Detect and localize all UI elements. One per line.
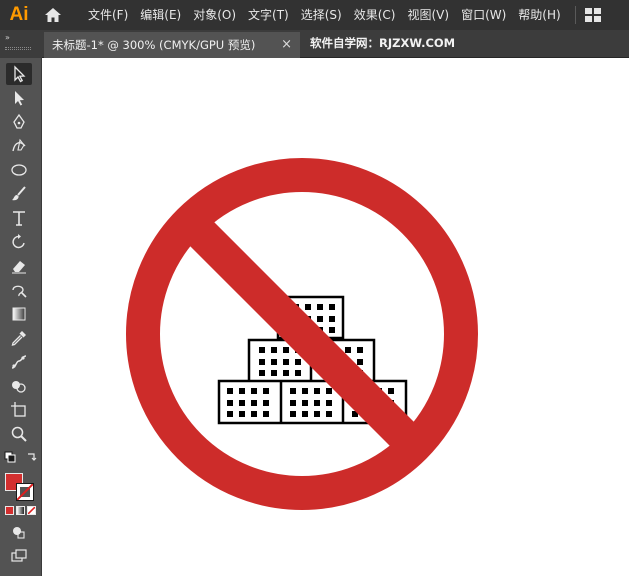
panel-grip[interactable] — [5, 47, 31, 50]
type-t-icon — [13, 211, 25, 226]
ellipse-tool[interactable] — [6, 159, 32, 181]
shape-builder-tool[interactable] — [6, 375, 32, 397]
curvature-tool[interactable] — [6, 135, 32, 157]
eyedropper-icon — [11, 331, 26, 346]
color-mode-button[interactable] — [5, 506, 14, 515]
screen-mode-button[interactable] — [6, 545, 32, 567]
pen-icon — [13, 113, 25, 129]
puppet-warp-tool[interactable] — [6, 279, 32, 301]
home-icon — [45, 8, 61, 22]
direct-selection-arrow-icon — [15, 91, 24, 106]
menu-effect[interactable]: 效果(C) — [348, 0, 402, 30]
document-tab[interactable]: 未标题-1* @ 300% (CMYK/GPU 预览) × — [44, 32, 300, 58]
menu-separator — [574, 6, 576, 24]
type-tool[interactable] — [6, 207, 32, 229]
menu-object[interactable]: 对象(O) — [187, 0, 242, 30]
prohibition-sign — [126, 158, 478, 510]
document-tab-title: 未标题-1* @ 300% (CMYK/GPU 预览) — [52, 38, 256, 52]
eyedropper-tool[interactable] — [6, 327, 32, 349]
artboard-icon — [11, 402, 26, 417]
menu-view[interactable]: 视图(V) — [401, 0, 455, 30]
tab-close-icon[interactable]: × — [281, 37, 292, 52]
rotate-tool[interactable] — [6, 231, 32, 253]
paintbrush-icon — [12, 186, 26, 201]
menu-select[interactable]: 选择(S) — [295, 0, 348, 30]
menu-type[interactable]: 文字(T) — [242, 0, 295, 30]
collapse-panel-icon[interactable]: » — [5, 33, 10, 42]
tools-panel-header: » — [0, 30, 42, 58]
workspace-switcher-button[interactable] — [580, 0, 606, 30]
eraser-tool[interactable] — [6, 255, 32, 277]
gradient-tool[interactable] — [6, 303, 32, 325]
paintbrush-tool[interactable] — [6, 183, 32, 205]
none-stroke-icon — [17, 484, 33, 500]
zoom-tool[interactable] — [6, 423, 32, 445]
none-slash-icon — [28, 507, 35, 514]
artboard-tool[interactable] — [6, 399, 32, 421]
menu-window[interactable]: 窗口(W) — [455, 0, 512, 30]
gradient-mode-button[interactable] — [16, 506, 25, 515]
default-colors-swap[interactable] — [4, 451, 38, 467]
gradient-icon — [12, 307, 26, 321]
blend-tool[interactable] — [6, 351, 32, 373]
artboard-canvas[interactable] — [43, 59, 629, 576]
zoom-magnifier-icon — [11, 426, 27, 442]
menu-help[interactable]: 帮助(H) — [512, 0, 566, 30]
screen-mode-icon — [11, 549, 27, 562]
pen-tool[interactable] — [6, 111, 32, 133]
tools-panel: » — [0, 30, 42, 576]
direct-selection-tool[interactable] — [6, 87, 32, 109]
no-buildings-artwork[interactable] — [43, 59, 629, 576]
workspace-grid-icon — [584, 8, 601, 22]
blend-icon — [11, 355, 27, 369]
draw-mode-icon — [13, 527, 25, 539]
warp-icon — [12, 285, 27, 298]
menu-bar: Ai 文件(F) 编辑(E) 对象(O) 文字(T) 选择(S) 效果(C) 视… — [0, 0, 629, 30]
menu-edit[interactable]: 编辑(E) — [134, 0, 187, 30]
home-button[interactable] — [38, 0, 68, 30]
none-mode-button[interactable] — [27, 506, 36, 515]
menu-items: 文件(F) 编辑(E) 对象(O) 文字(T) 选择(S) 效果(C) 视图(V… — [82, 0, 567, 30]
ellipse-icon — [11, 164, 27, 176]
draw-mode-button[interactable] — [6, 521, 32, 543]
menu-file[interactable]: 文件(F) — [82, 0, 134, 30]
app-logo: Ai — [9, 4, 29, 25]
stroke-swatch[interactable] — [16, 483, 34, 501]
selection-tool[interactable] — [6, 63, 32, 85]
color-mode-buttons — [5, 506, 37, 516]
selection-arrow-icon — [14, 65, 26, 83]
rotate-icon — [12, 234, 25, 249]
watermark-text: 软件自学网：RJZXW.COM — [310, 36, 456, 50]
curvature-pen-icon — [12, 138, 26, 152]
eraser-icon — [12, 261, 26, 274]
shape-builder-icon — [12, 381, 26, 393]
